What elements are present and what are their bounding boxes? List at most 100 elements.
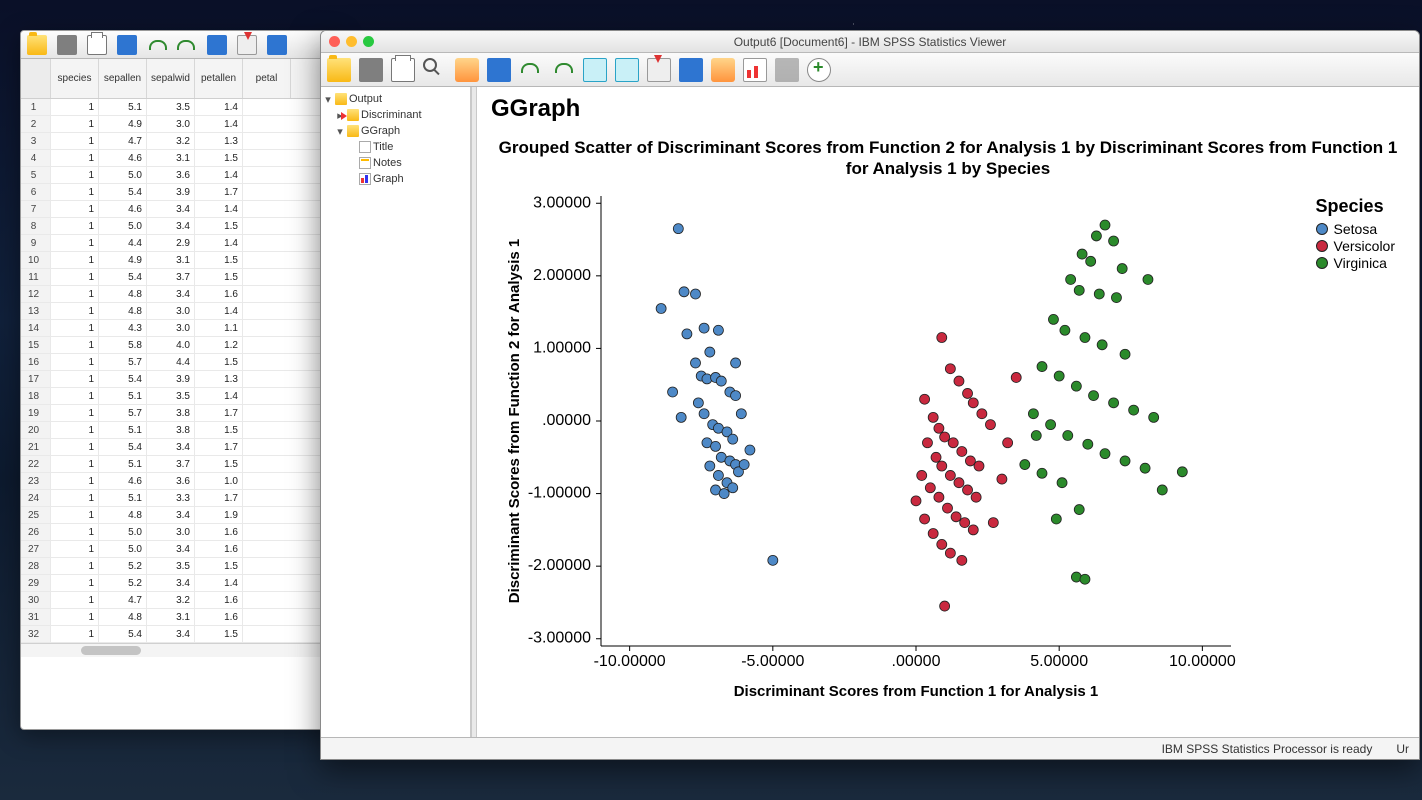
cell[interactable]: 1.4 <box>195 167 243 183</box>
print-icon[interactable] <box>391 58 415 82</box>
goto-data-icon[interactable] <box>583 58 607 82</box>
table-row[interactable]: 115.13.51.4 <box>21 99 339 116</box>
cell[interactable]: 1.2 <box>195 337 243 353</box>
cell[interactable]: 1.7 <box>195 184 243 200</box>
nav-notes[interactable]: Notes <box>373 157 402 169</box>
col-petallen[interactable]: petallen <box>195 59 243 98</box>
table-row[interactable]: 3014.73.21.6 <box>21 592 339 609</box>
cell[interactable]: 1.4 <box>195 303 243 319</box>
cell[interactable]: 1.5 <box>195 456 243 472</box>
cell[interactable]: 3.4 <box>147 218 195 234</box>
cell[interactable]: 1 <box>51 218 99 234</box>
cell[interactable]: 5.1 <box>99 456 147 472</box>
cell[interactable]: 4.7 <box>99 592 147 608</box>
cell[interactable]: 3.8 <box>147 405 195 421</box>
row-number[interactable]: 16 <box>21 354 51 370</box>
row-number[interactable]: 2 <box>21 116 51 132</box>
cell[interactable]: 4.6 <box>99 150 147 166</box>
cell[interactable]: 1 <box>51 235 99 251</box>
table-row[interactable]: 1115.43.71.5 <box>21 269 339 286</box>
row-number[interactable]: 11 <box>21 269 51 285</box>
cell[interactable]: 4.9 <box>99 116 147 132</box>
cell[interactable]: 1 <box>51 354 99 370</box>
table-row[interactable]: 1615.74.41.5 <box>21 354 339 371</box>
cell[interactable]: 1 <box>51 405 99 421</box>
select-last-output-icon[interactable] <box>711 58 735 82</box>
cell[interactable]: 4.4 <box>147 354 195 370</box>
cell[interactable]: 3.4 <box>147 201 195 217</box>
table-row[interactable]: 3215.43.41.5 <box>21 626 339 643</box>
table-row[interactable]: 2115.43.41.7 <box>21 439 339 456</box>
cell[interactable]: 1.5 <box>195 422 243 438</box>
table-row[interactable]: 2815.23.51.5 <box>21 558 339 575</box>
create-graph-icon[interactable] <box>807 58 831 82</box>
scrollbar-thumb[interactable] <box>81 646 141 655</box>
cell[interactable]: 1 <box>51 490 99 506</box>
cell[interactable]: 5.4 <box>99 269 147 285</box>
cell[interactable]: 1 <box>51 439 99 455</box>
table-row[interactable]: 914.42.91.4 <box>21 235 339 252</box>
chart-area[interactable]: Species Setosa Versicolor Virginica -10.… <box>491 186 1405 738</box>
cell[interactable]: 1.0 <box>195 473 243 489</box>
cell[interactable]: 1 <box>51 99 99 115</box>
table-row[interactable]: 3114.83.11.6 <box>21 609 339 626</box>
row-number[interactable]: 7 <box>21 201 51 217</box>
table-row[interactable]: 1414.33.01.1 <box>21 320 339 337</box>
table-row[interactable]: 714.63.41.4 <box>21 201 339 218</box>
cell[interactable]: 1 <box>51 286 99 302</box>
row-number[interactable]: 1 <box>21 99 51 115</box>
open-icon[interactable] <box>27 35 47 55</box>
variables-icon[interactable] <box>267 35 287 55</box>
cell[interactable]: 1 <box>51 320 99 336</box>
cell[interactable]: 1 <box>51 252 99 268</box>
cell[interactable]: 5.1 <box>99 422 147 438</box>
cell[interactable]: 1 <box>51 609 99 625</box>
cell[interactable]: 1.4 <box>195 235 243 251</box>
cell[interactable]: 1 <box>51 558 99 574</box>
cell[interactable]: 3.1 <box>147 150 195 166</box>
nav-ggraph[interactable]: GGraph <box>361 125 400 137</box>
table-row[interactable]: 515.03.61.4 <box>21 167 339 184</box>
cell[interactable]: 1.6 <box>195 524 243 540</box>
cell[interactable]: 3.6 <box>147 473 195 489</box>
row-number[interactable]: 21 <box>21 439 51 455</box>
designate-window-icon[interactable] <box>743 58 767 82</box>
table-row[interactable]: 1214.83.41.6 <box>21 286 339 303</box>
row-number[interactable]: 22 <box>21 456 51 472</box>
undo-icon[interactable] <box>147 35 167 55</box>
cell[interactable]: 3.5 <box>147 558 195 574</box>
table-row[interactable]: 2915.23.41.4 <box>21 575 339 592</box>
col-petal[interactable]: petal <box>243 59 291 98</box>
cell[interactable]: 1 <box>51 507 99 523</box>
cell[interactable]: 3.0 <box>147 303 195 319</box>
cell[interactable]: 3.7 <box>147 269 195 285</box>
cell[interactable]: 1 <box>51 592 99 608</box>
recall-dialog-icon[interactable] <box>117 35 137 55</box>
cell[interactable]: 3.0 <box>147 320 195 336</box>
cell[interactable]: 1.6 <box>195 286 243 302</box>
table-row[interactable]: 214.93.01.4 <box>21 116 339 133</box>
cell[interactable]: 1.4 <box>195 99 243 115</box>
table-row[interactable]: 1815.13.51.4 <box>21 388 339 405</box>
cell[interactable]: 3.2 <box>147 133 195 149</box>
cell[interactable]: 3.5 <box>147 99 195 115</box>
row-number[interactable]: 10 <box>21 252 51 268</box>
cell[interactable]: 1.6 <box>195 609 243 625</box>
row-number[interactable]: 5 <box>21 167 51 183</box>
cell[interactable]: 1.5 <box>195 626 243 642</box>
col-species[interactable]: species <box>51 59 99 98</box>
cell[interactable]: 1 <box>51 575 99 591</box>
cell[interactable]: 2.9 <box>147 235 195 251</box>
redo-icon[interactable] <box>551 58 575 82</box>
export-icon[interactable] <box>455 58 479 82</box>
cell[interactable]: 4.4 <box>99 235 147 251</box>
row-number[interactable]: 19 <box>21 405 51 421</box>
cell[interactable]: 5.4 <box>99 439 147 455</box>
cell[interactable]: 3.4 <box>147 507 195 523</box>
cell[interactable]: 5.8 <box>99 337 147 353</box>
cell[interactable]: 1 <box>51 371 99 387</box>
row-number[interactable]: 28 <box>21 558 51 574</box>
cell[interactable]: 5.4 <box>99 371 147 387</box>
cell[interactable]: 1.4 <box>195 575 243 591</box>
cell[interactable]: 5.2 <box>99 575 147 591</box>
